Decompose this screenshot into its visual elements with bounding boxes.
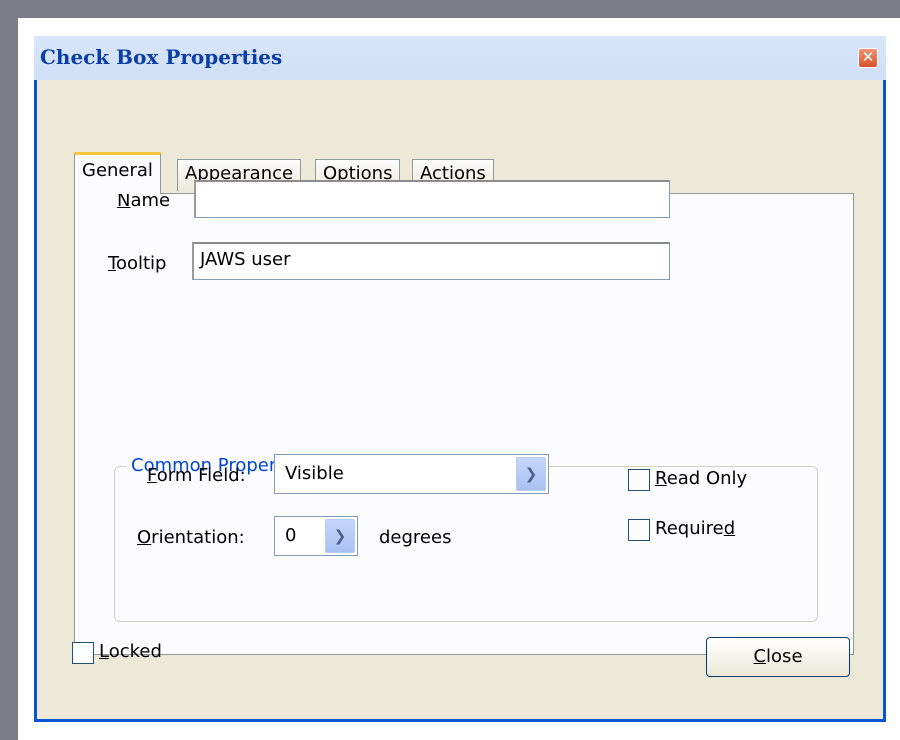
required-label: Required (655, 518, 736, 539)
screen-bezel-top (0, 0, 900, 18)
close-button[interactable]: Close (706, 637, 850, 677)
locked-checkbox[interactable] (72, 642, 94, 664)
chevron-down-icon[interactable]: ❯ (516, 457, 546, 491)
dialog-client: General Appearance Options Actions Name … (37, 80, 883, 719)
required-checkbox[interactable] (628, 519, 650, 541)
close-icon[interactable]: ✕ (858, 48, 878, 68)
orientation-unit: degrees (379, 527, 452, 548)
tooltip-field[interactable]: JAWS user (192, 242, 670, 280)
title-bar[interactable]: Check Box Properties ✕ (34, 36, 886, 80)
form-field-select[interactable]: Visible ❯ (274, 454, 549, 494)
name-field[interactable] (194, 180, 670, 218)
orientation-value: 0 (285, 525, 297, 546)
orientation-label: Orientation: (137, 527, 245, 548)
screen-bezel-left (0, 0, 18, 740)
locked-label: Locked (99, 641, 162, 662)
chevron-down-icon[interactable]: ❯ (325, 519, 355, 553)
window-title: Check Box Properties (40, 45, 283, 69)
dialog-window: Check Box Properties ✕ General Appearanc… (34, 36, 886, 722)
orientation-select[interactable]: 0 ❯ (274, 516, 358, 556)
tooltip-label: Tooltip (108, 253, 167, 274)
read-only-label: Read Only (655, 468, 748, 489)
form-field-value: Visible (285, 463, 344, 484)
read-only-checkbox[interactable] (628, 469, 650, 491)
form-field-label: Form Field: (147, 465, 246, 486)
tab-general[interactable]: General (74, 152, 161, 194)
